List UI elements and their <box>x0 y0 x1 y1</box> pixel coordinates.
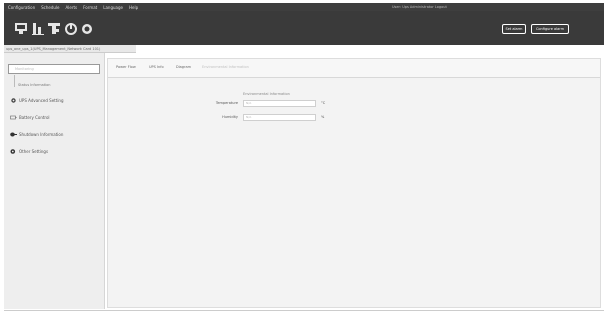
menu-help[interactable]: Help <box>129 5 138 10</box>
sidebar-item-label: Shutdown Information <box>19 132 64 137</box>
temperature-unit: °C <box>321 101 326 105</box>
temperature-label: Temperature <box>215 101 238 105</box>
main-panel: Power Flow UPS Info Diagram Environmenta… <box>107 58 601 308</box>
sidebar-item-other-settings[interactable]: Other Settings <box>10 149 48 154</box>
sidebar-subitem-status[interactable]: Status Information <box>18 83 51 87</box>
configure-alarm-button[interactable]: Configure alarm <box>531 24 569 34</box>
section-title: Environmental Information <box>243 92 290 96</box>
menu-alerts[interactable]: Alerts <box>66 5 78 10</box>
user-info[interactable]: User: Ups Administrator Logout <box>392 5 447 9</box>
menu-format[interactable]: Format <box>83 5 97 10</box>
menu-schedule[interactable]: Schedule <box>41 5 59 10</box>
toolbar: Set alarm Configure alarm <box>4 11 604 45</box>
humidity-field[interactable]: N/A <box>243 114 316 121</box>
tab-ups-info[interactable]: UPS Info <box>149 65 164 69</box>
tab-bar: Power Flow UPS Info Diagram Environmenta… <box>108 59 600 78</box>
tab-environmental-information[interactable]: Environmental Information <box>202 65 249 69</box>
sidebar-item-label: UPS Advanced Setting <box>19 98 64 103</box>
monitor-icon[interactable] <box>14 21 28 36</box>
sidebar-item-advanced-setting[interactable]: UPS Advanced Setting <box>10 98 64 103</box>
chart-icon[interactable] <box>31 21 45 36</box>
gear-icon <box>11 98 16 103</box>
tab-diagram[interactable]: Diagram <box>176 65 191 69</box>
set-alarm-button[interactable]: Set alarm <box>502 24 526 34</box>
info-icon <box>10 149 16 154</box>
menu-configuration[interactable]: Configuration <box>8 5 35 10</box>
menu-bar: Configuration Schedule Alerts Format Lan… <box>4 3 604 11</box>
bottom-divider <box>4 310 604 311</box>
humidity-unit: % <box>321 115 325 119</box>
sidebar-item-label: Other Settings <box>19 149 49 154</box>
sidebar-item-label: Battery Control <box>19 115 50 120</box>
shutdown-icon[interactable] <box>64 21 78 36</box>
settings-icon[interactable] <box>47 21 61 36</box>
shutdown-icon <box>10 132 17 137</box>
sidebar: Monitoring Status Information UPS Advanc… <box>4 53 105 309</box>
tree-line <box>14 75 15 87</box>
tab-power-flow[interactable]: Power Flow <box>116 65 136 69</box>
sidebar-item-shutdown-information[interactable]: Shutdown Information <box>10 132 63 137</box>
battery-icon <box>10 115 17 120</box>
humidity-label: Humidity <box>222 115 238 119</box>
sidebar-item-monitoring[interactable]: Monitoring <box>8 64 100 74</box>
sidebar-item-battery-control[interactable]: Battery Control <box>10 115 50 120</box>
breadcrumb: ups_one_ups_1(UPS_Management_Network Car… <box>4 45 136 53</box>
refresh-icon[interactable] <box>80 21 94 36</box>
temperature-field[interactable]: N/A <box>243 100 316 107</box>
menu-language[interactable]: Language <box>103 5 123 10</box>
